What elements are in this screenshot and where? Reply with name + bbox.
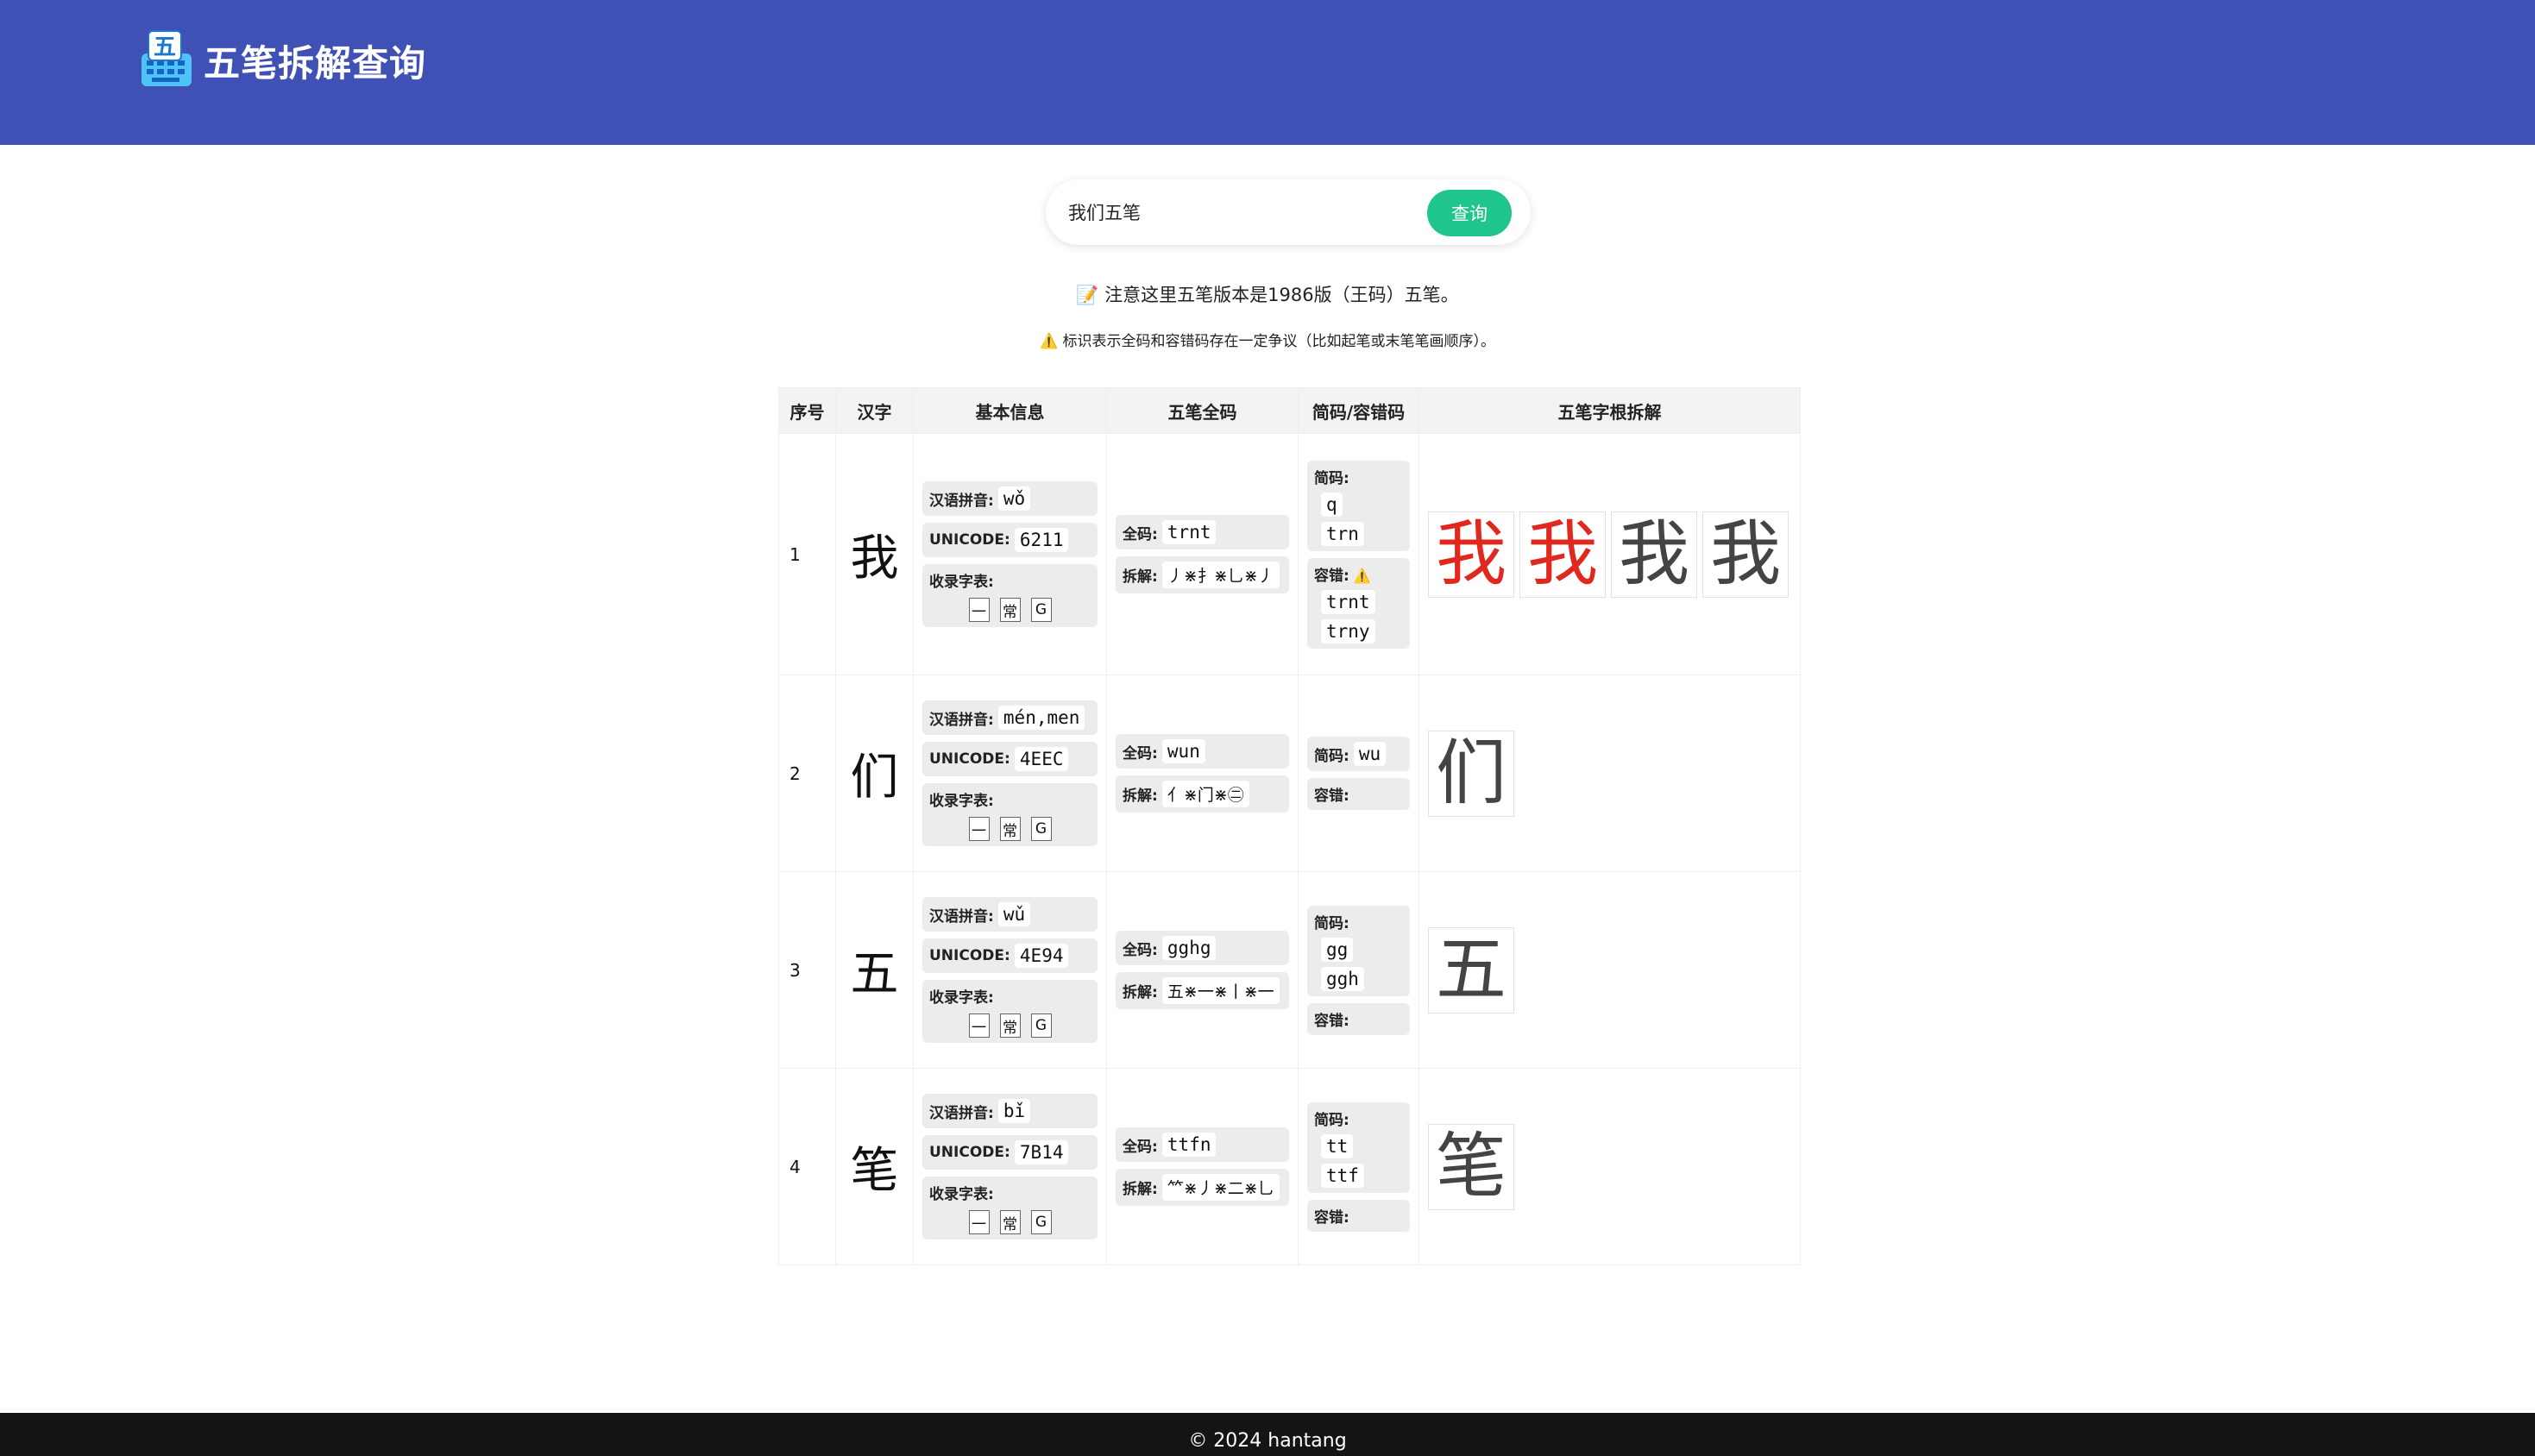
full-code-value: trnt bbox=[1161, 520, 1217, 544]
charset-tag: G bbox=[1030, 1210, 1052, 1234]
unicode-value: 7B14 bbox=[1014, 1140, 1069, 1164]
header-index: 序号 bbox=[778, 387, 836, 434]
table-row: 4 笔 汉语拼音: bǐ UNICODE: 7B14 收录字表: 一 常 G 全… bbox=[778, 1068, 1801, 1265]
radical-decomposition-cell: 五 bbox=[1418, 871, 1801, 1069]
basic-info-cell: 汉语拼音: wǒ UNICODE: 6211 收录字表: 一 常 G bbox=[913, 433, 1107, 675]
warning-icon: ⚠️ bbox=[1353, 567, 1371, 584]
row-index: 4 bbox=[778, 1068, 836, 1265]
radical-decomposition-cell: 笔 bbox=[1418, 1068, 1801, 1265]
charset-tag: 常 bbox=[999, 1210, 1021, 1234]
app-title: 五笔拆解查询 bbox=[204, 42, 427, 85]
header-basic-info: 基本信息 bbox=[913, 387, 1107, 434]
full-code-cell: 全码: gghg 拆解: 五⋇一⋇丨⋇一 bbox=[1106, 871, 1299, 1069]
row-char: 我 bbox=[835, 433, 914, 675]
decomposition-table: 序号 汉字 基本信息 五笔全码 简码/容错码 五笔字根拆解 1 我 汉语拼音: … bbox=[778, 387, 1801, 1265]
header-char: 汉字 bbox=[835, 387, 914, 434]
short-code-cell: 简码: wu 容错: bbox=[1298, 675, 1419, 872]
wubi-logo-icon: 五 bbox=[142, 30, 192, 86]
radical-glyph: 们 bbox=[1428, 730, 1514, 817]
full-code-cell: 全码: trnt 拆解: 丿⋇扌⋇乚⋇丿 bbox=[1106, 433, 1299, 675]
charset-tag: 常 bbox=[999, 1014, 1021, 1038]
short-code-value: gg bbox=[1321, 937, 1354, 962]
radical-decomposition-cell: 我 我 我 我 bbox=[1418, 433, 1801, 675]
charset-tags: 一 常 G bbox=[929, 1014, 1091, 1038]
svg-text:五: 五 bbox=[154, 35, 176, 60]
decomp-value: 五⋇一⋇丨⋇一 bbox=[1161, 977, 1280, 1004]
version-note: 📝 注意这里五笔版本是1986版（王码）五笔。 bbox=[1076, 285, 1459, 305]
memo-icon: 📝 bbox=[1076, 285, 1099, 305]
decomp-value: ⺮⋇丿⋇二⋇乚 bbox=[1161, 1174, 1280, 1201]
charset-tag: G bbox=[1030, 1014, 1052, 1038]
charset-tag: 一 bbox=[968, 598, 990, 622]
row-index: 3 bbox=[778, 871, 836, 1069]
charset-tag: G bbox=[1030, 817, 1052, 841]
radical-glyph: 五 bbox=[1428, 926, 1514, 1014]
basic-info-cell: 汉语拼音: wǔ UNICODE: 4E94 收录字表: 一 常 G bbox=[913, 871, 1107, 1069]
row-char: 五 bbox=[835, 871, 914, 1069]
search-button[interactable]: 查询 bbox=[1427, 190, 1512, 236]
row-index: 2 bbox=[778, 675, 836, 872]
charset-tag: G bbox=[1030, 598, 1052, 622]
short-code-cell: 简码: tt ttf 容错: bbox=[1298, 1068, 1419, 1265]
app-header: 五 五笔拆解查询 bbox=[0, 0, 2535, 145]
short-code-value: q bbox=[1321, 492, 1343, 517]
basic-info-cell: 汉语拼音: mén,men UNICODE: 4EEC 收录字表: 一 常 G bbox=[913, 675, 1107, 872]
full-code-cell: 全码: ttfn 拆解: ⺮⋇丿⋇二⋇乚 bbox=[1106, 1068, 1299, 1265]
row-index: 1 bbox=[778, 433, 836, 675]
full-code-value: wun bbox=[1161, 739, 1205, 763]
footer-copyright: © 2024 hantang bbox=[1188, 1430, 1347, 1452]
radical-glyph: 我 bbox=[1702, 511, 1789, 598]
short-code-cell: 简码: gg ggh 容错: bbox=[1298, 871, 1419, 1069]
charset-tags: 一 常 G bbox=[929, 817, 1091, 841]
warning-note: ⚠️ 标识表示全码和容错码存在一定争议（比如起笔或末笔笔画顺序）。 bbox=[1039, 333, 1496, 350]
radical-decomposition-cell: 们 bbox=[1418, 675, 1801, 872]
table-row: 1 我 汉语拼音: wǒ UNICODE: 6211 收录字表: 一 常 G 全… bbox=[778, 433, 1801, 675]
radical-glyph: 笔 bbox=[1428, 1123, 1514, 1210]
warning-icon: ⚠️ bbox=[1039, 333, 1059, 350]
short-code-cell: 简码: q trn 容错: ⚠️ trnt trny bbox=[1298, 433, 1419, 675]
header-decomposition: 五笔字根拆解 bbox=[1418, 387, 1801, 434]
short-code-value: wu bbox=[1353, 742, 1387, 766]
header-short-code: 简码/容错码 bbox=[1298, 387, 1419, 434]
short-code-value: ttf bbox=[1321, 1163, 1364, 1188]
full-code-value: gghg bbox=[1161, 936, 1217, 960]
charset-tag: 一 bbox=[968, 1210, 990, 1234]
radical-glyph: 我 bbox=[1428, 511, 1514, 598]
pinyin-value: wǔ bbox=[997, 902, 1031, 926]
header-full-code: 五笔全码 bbox=[1106, 387, 1299, 434]
row-char: 笔 bbox=[835, 1068, 914, 1265]
table-row: 2 们 汉语拼音: mén,men UNICODE: 4EEC 收录字表: 一 … bbox=[778, 675, 1801, 872]
decomp-value: 丿⋇扌⋇乚⋇丿 bbox=[1161, 562, 1280, 588]
charset-tag: 一 bbox=[968, 817, 990, 841]
short-code-value: ggh bbox=[1321, 966, 1364, 991]
decomp-value: 亻⋇门⋇㊁ bbox=[1161, 781, 1249, 807]
full-code-cell: 全码: wun 拆解: 亻⋇门⋇㊁ bbox=[1106, 675, 1299, 872]
charset-tag: 常 bbox=[999, 817, 1021, 841]
charset-tags: 一 常 G bbox=[929, 1210, 1091, 1234]
basic-info-cell: 汉语拼音: bǐ UNICODE: 7B14 收录字表: 一 常 G bbox=[913, 1068, 1107, 1265]
radical-glyph: 我 bbox=[1519, 511, 1606, 598]
full-code-value: ttfn bbox=[1161, 1133, 1217, 1157]
radical-glyph: 我 bbox=[1611, 511, 1697, 598]
search-bar: 查询 bbox=[1046, 179, 1531, 245]
table-header-row: 序号 汉字 基本信息 五笔全码 简码/容错码 五笔字根拆解 bbox=[778, 387, 1801, 434]
table-row: 3 五 汉语拼音: wǔ UNICODE: 4E94 收录字表: 一 常 G 全… bbox=[778, 871, 1801, 1069]
row-char: 们 bbox=[835, 675, 914, 872]
charset-tag: 常 bbox=[999, 598, 1021, 622]
short-code-value: trn bbox=[1321, 521, 1364, 546]
unicode-value: 6211 bbox=[1014, 528, 1069, 552]
short-code-value: tt bbox=[1321, 1133, 1354, 1158]
pinyin-value: mén,men bbox=[997, 706, 1085, 730]
fault-code-value: trny bbox=[1321, 618, 1375, 643]
charset-tags: 一 常 G bbox=[929, 598, 1091, 622]
fault-code-value: trnt bbox=[1321, 589, 1375, 614]
search-input[interactable] bbox=[1068, 191, 1413, 233]
pinyin-value: wǒ bbox=[997, 486, 1031, 511]
unicode-value: 4E94 bbox=[1014, 944, 1069, 968]
charset-tag: 一 bbox=[968, 1014, 990, 1038]
pinyin-value: bǐ bbox=[997, 1099, 1031, 1123]
unicode-value: 4EEC bbox=[1014, 747, 1069, 771]
footer: © 2024 hantang bbox=[0, 1413, 2535, 1456]
